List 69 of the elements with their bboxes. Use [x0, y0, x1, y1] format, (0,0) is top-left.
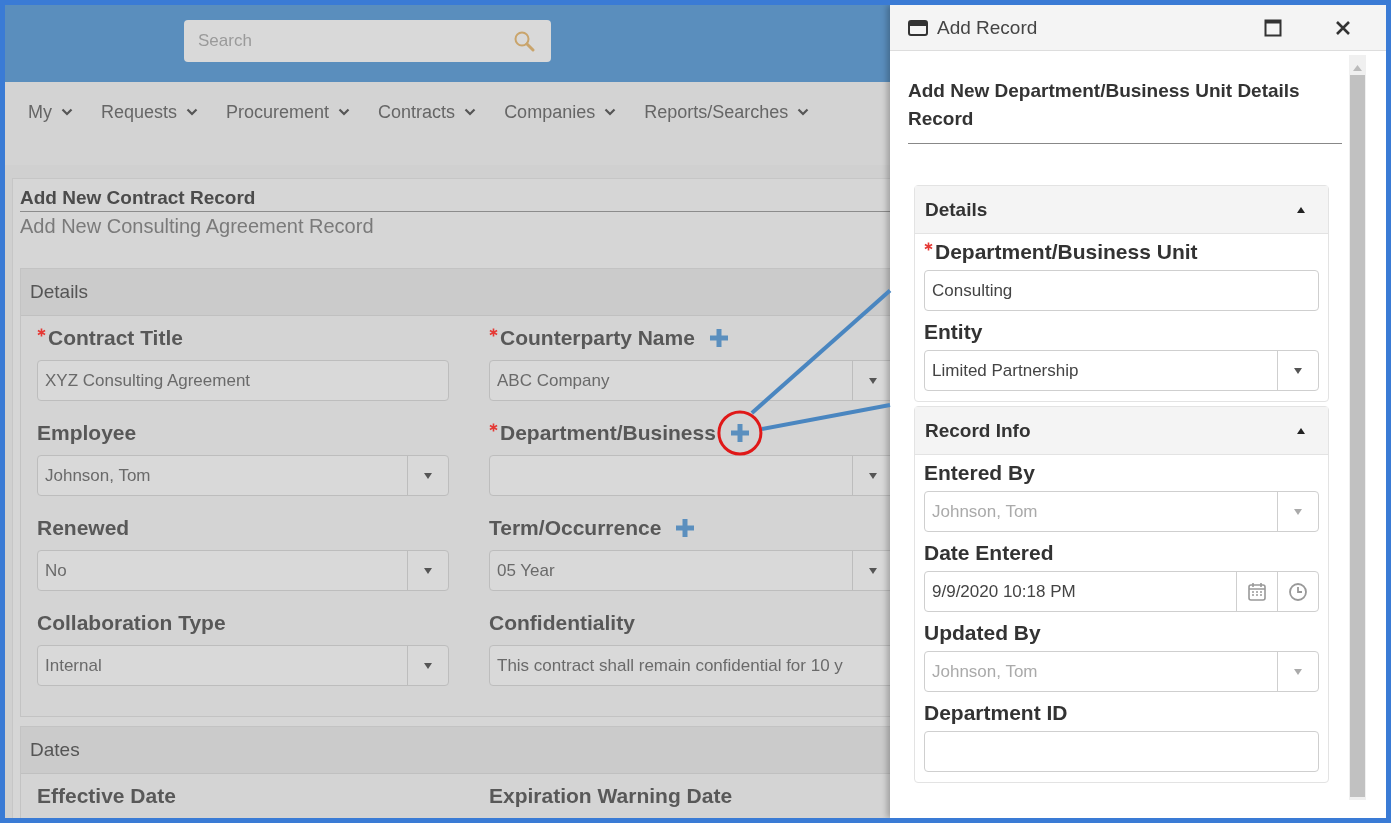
chevron-down-icon	[186, 107, 199, 117]
field-label: Contract Title	[48, 325, 183, 351]
field-label: Expiration Warning Date	[489, 783, 733, 809]
caret-icon	[1293, 667, 1303, 676]
field-label: Confidentiality	[489, 610, 635, 636]
add-icon[interactable]	[675, 518, 696, 538]
field-label: Department/Business Unit	[935, 239, 1198, 265]
dropdown[interactable]: 05 Year	[489, 550, 890, 591]
text-field[interactable]: This contract shall remain confidential for 10 y	[489, 645, 890, 686]
add-icon[interactable]	[729, 423, 750, 443]
dialog-title: Add Record	[937, 16, 1039, 39]
caret-icon	[868, 376, 878, 385]
caret-icon	[1293, 507, 1303, 516]
section-header[interactable]: Dates	[21, 727, 890, 774]
field-label: Employee	[37, 420, 137, 446]
chevron-down-icon	[464, 107, 477, 117]
dropdown[interactable]: Limited Partnership	[924, 350, 1319, 391]
chevron-down-icon	[604, 107, 617, 117]
dropdown[interactable]	[489, 455, 890, 496]
maximize-icon[interactable]	[1264, 18, 1282, 37]
dialog-heading: Add New Department/Business Unit Details Record	[908, 77, 1342, 144]
nav-menu[interactable]: Procurement	[226, 102, 351, 126]
text-field[interactable]: XYZ Consulting Agreement	[37, 360, 449, 401]
caret-up-icon[interactable]	[1296, 426, 1306, 435]
field-label: Date Entered	[924, 540, 1054, 566]
add-icon[interactable]	[708, 328, 729, 348]
search-field[interactable]: Search	[184, 20, 551, 62]
chevron-down-icon	[61, 107, 73, 117]
dropdown[interactable]: Internal	[37, 645, 449, 686]
caret-icon	[868, 566, 878, 575]
date-time-field[interactable]: 9/9/2020 10:18 PM	[924, 571, 1319, 612]
caret-icon	[1293, 366, 1303, 375]
dropdown[interactable]: ABC Company	[489, 360, 890, 401]
close-icon[interactable]	[1335, 19, 1351, 36]
text-field[interactable]	[924, 731, 1319, 772]
form-subtitle: Add New Consulting Agreement Record	[20, 215, 375, 238]
caret-icon	[868, 471, 878, 480]
chevron-down-icon	[338, 107, 351, 117]
nav-menu[interactable]: Requests	[101, 102, 199, 126]
nav-menu[interactable]: Companies	[504, 102, 617, 126]
nav-menu[interactable]: My	[28, 102, 73, 126]
dropdown[interactable]: Johnson, Tom	[37, 455, 449, 496]
nav-menu[interactable]: Reports/Searches	[644, 102, 810, 126]
field-label: Department ID	[924, 700, 1068, 726]
field-label: Department/Business	[500, 420, 716, 446]
field-label: Term/Occurrence	[489, 515, 662, 541]
field-label: Updated By	[924, 620, 1041, 646]
section-header[interactable]: Details	[915, 186, 1328, 234]
section-header[interactable]: Record Info	[915, 407, 1328, 455]
field-label: Counterparty Name	[500, 325, 695, 351]
calendar-icon[interactable]	[1247, 581, 1267, 602]
field-label: Effective Date	[37, 783, 176, 809]
search-icon[interactable]	[513, 30, 535, 52]
caret-icon	[423, 471, 433, 480]
caret-icon	[423, 566, 433, 575]
field-label: Entered By	[924, 460, 1035, 486]
clock-icon[interactable]	[1288, 581, 1308, 602]
caret-icon	[423, 661, 433, 670]
field-label: Collaboration Type	[37, 610, 226, 636]
section-header[interactable]: Details	[21, 269, 890, 316]
caret-up-icon[interactable]	[1296, 205, 1306, 214]
scrollbar[interactable]	[1349, 55, 1366, 800]
text-field[interactable]: Consulting	[924, 270, 1319, 311]
dropdown[interactable]: No	[37, 550, 449, 591]
nav-menu[interactable]: Contracts	[378, 102, 477, 126]
window-icon	[908, 19, 928, 36]
field-label: Renewed	[37, 515, 130, 541]
chevron-down-icon	[797, 107, 810, 117]
field-label: Entity	[924, 319, 983, 345]
